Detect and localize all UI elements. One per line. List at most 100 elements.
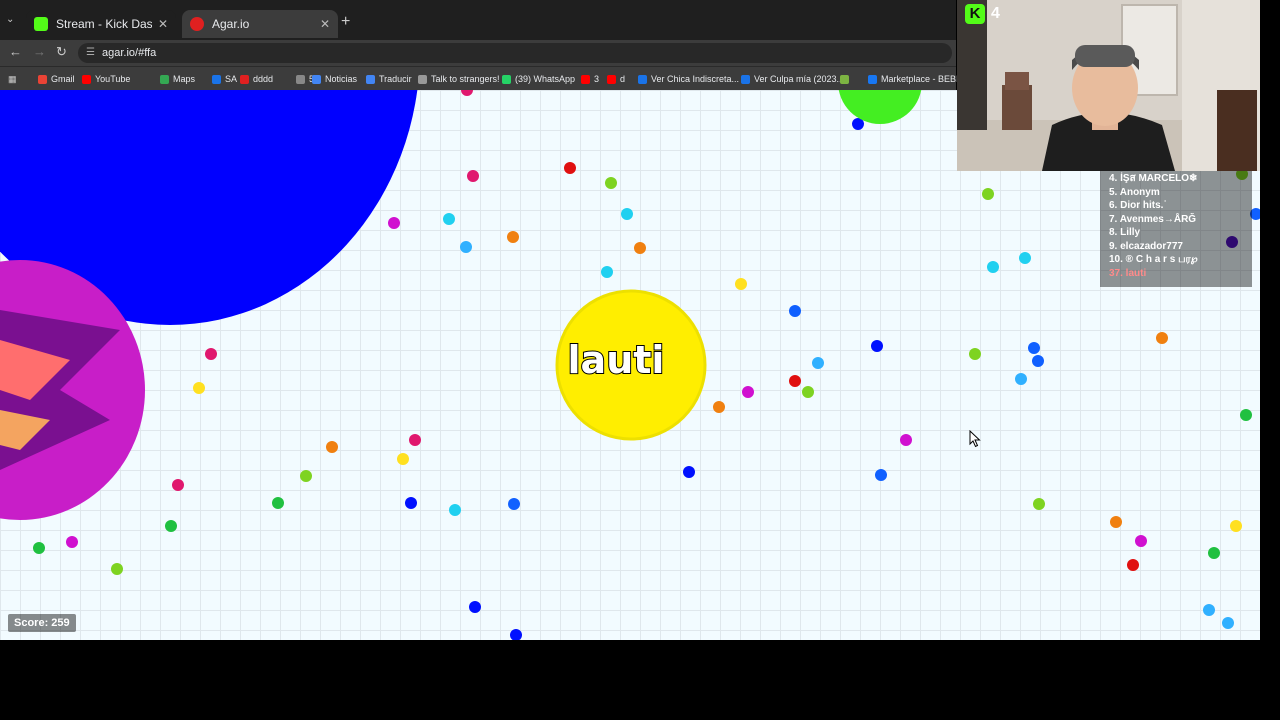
bookmark-item[interactable]: Noticias (312, 72, 357, 86)
bookmark-favicon-icon (296, 74, 305, 84)
food-pellet (601, 266, 613, 278)
bookmark-label: Ver Chica Indiscreta... (651, 74, 740, 84)
browser-tab-bar: ⌄ Stream - Kick Dashboard ✕ Agar.io ✕ + (0, 0, 956, 40)
bookmark-item[interactable]: Marketplace - BEBI... (868, 72, 966, 86)
bookmark-label: Gmail (51, 74, 75, 84)
leaderboard: 4. İŞส MARCELO❄ 5. Anonym 6. Dior hits.˙… (1100, 170, 1252, 287)
food-pellet (969, 348, 981, 360)
bookmark-favicon-icon (212, 74, 221, 84)
tab-label: Stream - Kick Dashboard (56, 17, 152, 31)
leaderboard-row: 8. Lilly (1109, 227, 1141, 238)
tab-agar-io[interactable]: Agar.io ✕ (182, 10, 338, 38)
food-pellet (111, 563, 123, 575)
food-pellet (326, 441, 338, 453)
bookmark-item[interactable]: d (607, 72, 625, 86)
food-pellet (388, 217, 400, 229)
food-pellet (405, 497, 417, 509)
bookmark-favicon-icon (741, 74, 750, 84)
leaderboard-row: 6. Dior hits.˙ (1109, 200, 1167, 211)
food-pellet (564, 162, 576, 174)
game-canvas[interactable]: lauti Score: 259 (0, 90, 1260, 640)
apps-grid-icon[interactable]: ▦ (8, 72, 17, 86)
bookmark-label: Maps (173, 74, 196, 84)
webcam-scene (957, 0, 1260, 171)
address-bar[interactable]: ☰ agar.io/#ffa (78, 43, 952, 63)
food-pellet (982, 188, 994, 200)
bookmark-favicon-icon (638, 74, 647, 84)
food-pellet (1127, 559, 1139, 571)
food-pellet (621, 208, 633, 220)
reload-icon[interactable]: ↻ (56, 44, 67, 60)
leaderboard-row-self: 37. lauti (1109, 267, 1147, 279)
food-pellet (1230, 520, 1242, 532)
food-pellet (1222, 617, 1234, 629)
bookmark-item[interactable]: Ver Culpa mía (2023... (741, 72, 844, 86)
food-pellet (1240, 409, 1252, 421)
food-pellet (812, 357, 824, 369)
mouse-cursor-icon (969, 430, 981, 448)
tab-close-icon[interactable]: ✕ (158, 17, 168, 31)
bookmark-label: d (620, 74, 626, 84)
bookmark-favicon-icon (366, 74, 375, 84)
bookmark-item[interactable]: Maps (160, 72, 195, 86)
leaderboard-row: 5. Anonym (1109, 186, 1160, 198)
bookmark-favicon-icon (418, 74, 427, 84)
bookmark-item[interactable]: 3 (581, 72, 599, 86)
bookmark-item[interactable]: Traducir (366, 72, 412, 86)
address-text: agar.io/#ffa (102, 47, 157, 59)
bookmark-item[interactable]: Ver Chica Indiscreta... (638, 72, 739, 86)
bookmark-favicon-icon (160, 74, 169, 84)
bookmarks-bar: ▦ GmailYouTubeMapsSAdddd5NoticiasTraduci… (0, 66, 966, 90)
food-pellet (33, 542, 45, 554)
bookmark-favicon-icon (581, 74, 590, 84)
food-pellet (1135, 535, 1147, 547)
leaderboard-row: 4. İŞส MARCELO❄ (1109, 173, 1198, 184)
bookmark-label: Marketplace - BEBI... (881, 74, 967, 84)
food-pellet (507, 231, 519, 243)
food-pellet (508, 498, 520, 510)
tab-close-icon[interactable]: ✕ (320, 17, 330, 31)
site-info-icon[interactable]: ☰ (86, 43, 95, 63)
tab-label: Agar.io (212, 17, 250, 31)
bookmark-item[interactable]: YouTube (82, 72, 130, 86)
bookmark-item[interactable]: (39) WhatsApp (502, 72, 575, 86)
food-pellet (987, 261, 999, 273)
new-tab-plus-icon[interactable]: + (341, 14, 350, 30)
bookmark-item[interactable]: dddd (240, 72, 273, 86)
bookmark-item[interactable]: Gmail (38, 72, 75, 86)
kick-favicon-icon (34, 17, 48, 31)
bookmark-label: (39) WhatsApp (515, 74, 576, 84)
bookmark-favicon-icon (82, 74, 91, 84)
tab-kick-dashboard[interactable]: Stream - Kick Dashboard ✕ (26, 10, 176, 38)
food-pellet (510, 629, 522, 640)
leaderboard-row: 7. Avenmes→ÅRĞ (1109, 213, 1197, 225)
bookmark-label: dddd (253, 74, 274, 84)
agar-favicon-icon (190, 17, 204, 31)
food-pellet (634, 242, 646, 254)
bookmark-item[interactable] (840, 72, 853, 86)
player-name-label: lauti (567, 337, 666, 383)
bookmark-item[interactable]: SA (212, 72, 237, 86)
food-pellet (735, 278, 747, 290)
food-pellet (789, 305, 801, 317)
food-pellet (605, 177, 617, 189)
food-pellet (713, 401, 725, 413)
kick-logo-icon: K (965, 4, 985, 24)
tab-search-chevron-down-icon[interactable]: ⌄ (6, 14, 14, 25)
forward-arrow-icon[interactable]: → (33, 44, 46, 59)
food-pellet (409, 434, 421, 446)
food-pellet (1156, 332, 1168, 344)
leaderboard-row: 10. ® C h a r s பர℘ (1109, 254, 1198, 265)
webcam-overlay: K 4 (957, 0, 1260, 171)
food-pellet (397, 453, 409, 465)
food-pellet (193, 382, 205, 394)
bookmark-favicon-icon (607, 74, 616, 84)
food-pellet (165, 520, 177, 532)
bookmark-item[interactable]: Talk to strangers! (418, 72, 500, 86)
enemy-green-cell (838, 90, 922, 124)
bookmark-favicon-icon (840, 74, 849, 84)
back-arrow-icon[interactable]: ← (9, 44, 22, 59)
bookmark-label: YouTube (95, 74, 131, 84)
food-pellet (461, 90, 473, 96)
kick-viewer-badge: K 4 (965, 4, 1000, 24)
